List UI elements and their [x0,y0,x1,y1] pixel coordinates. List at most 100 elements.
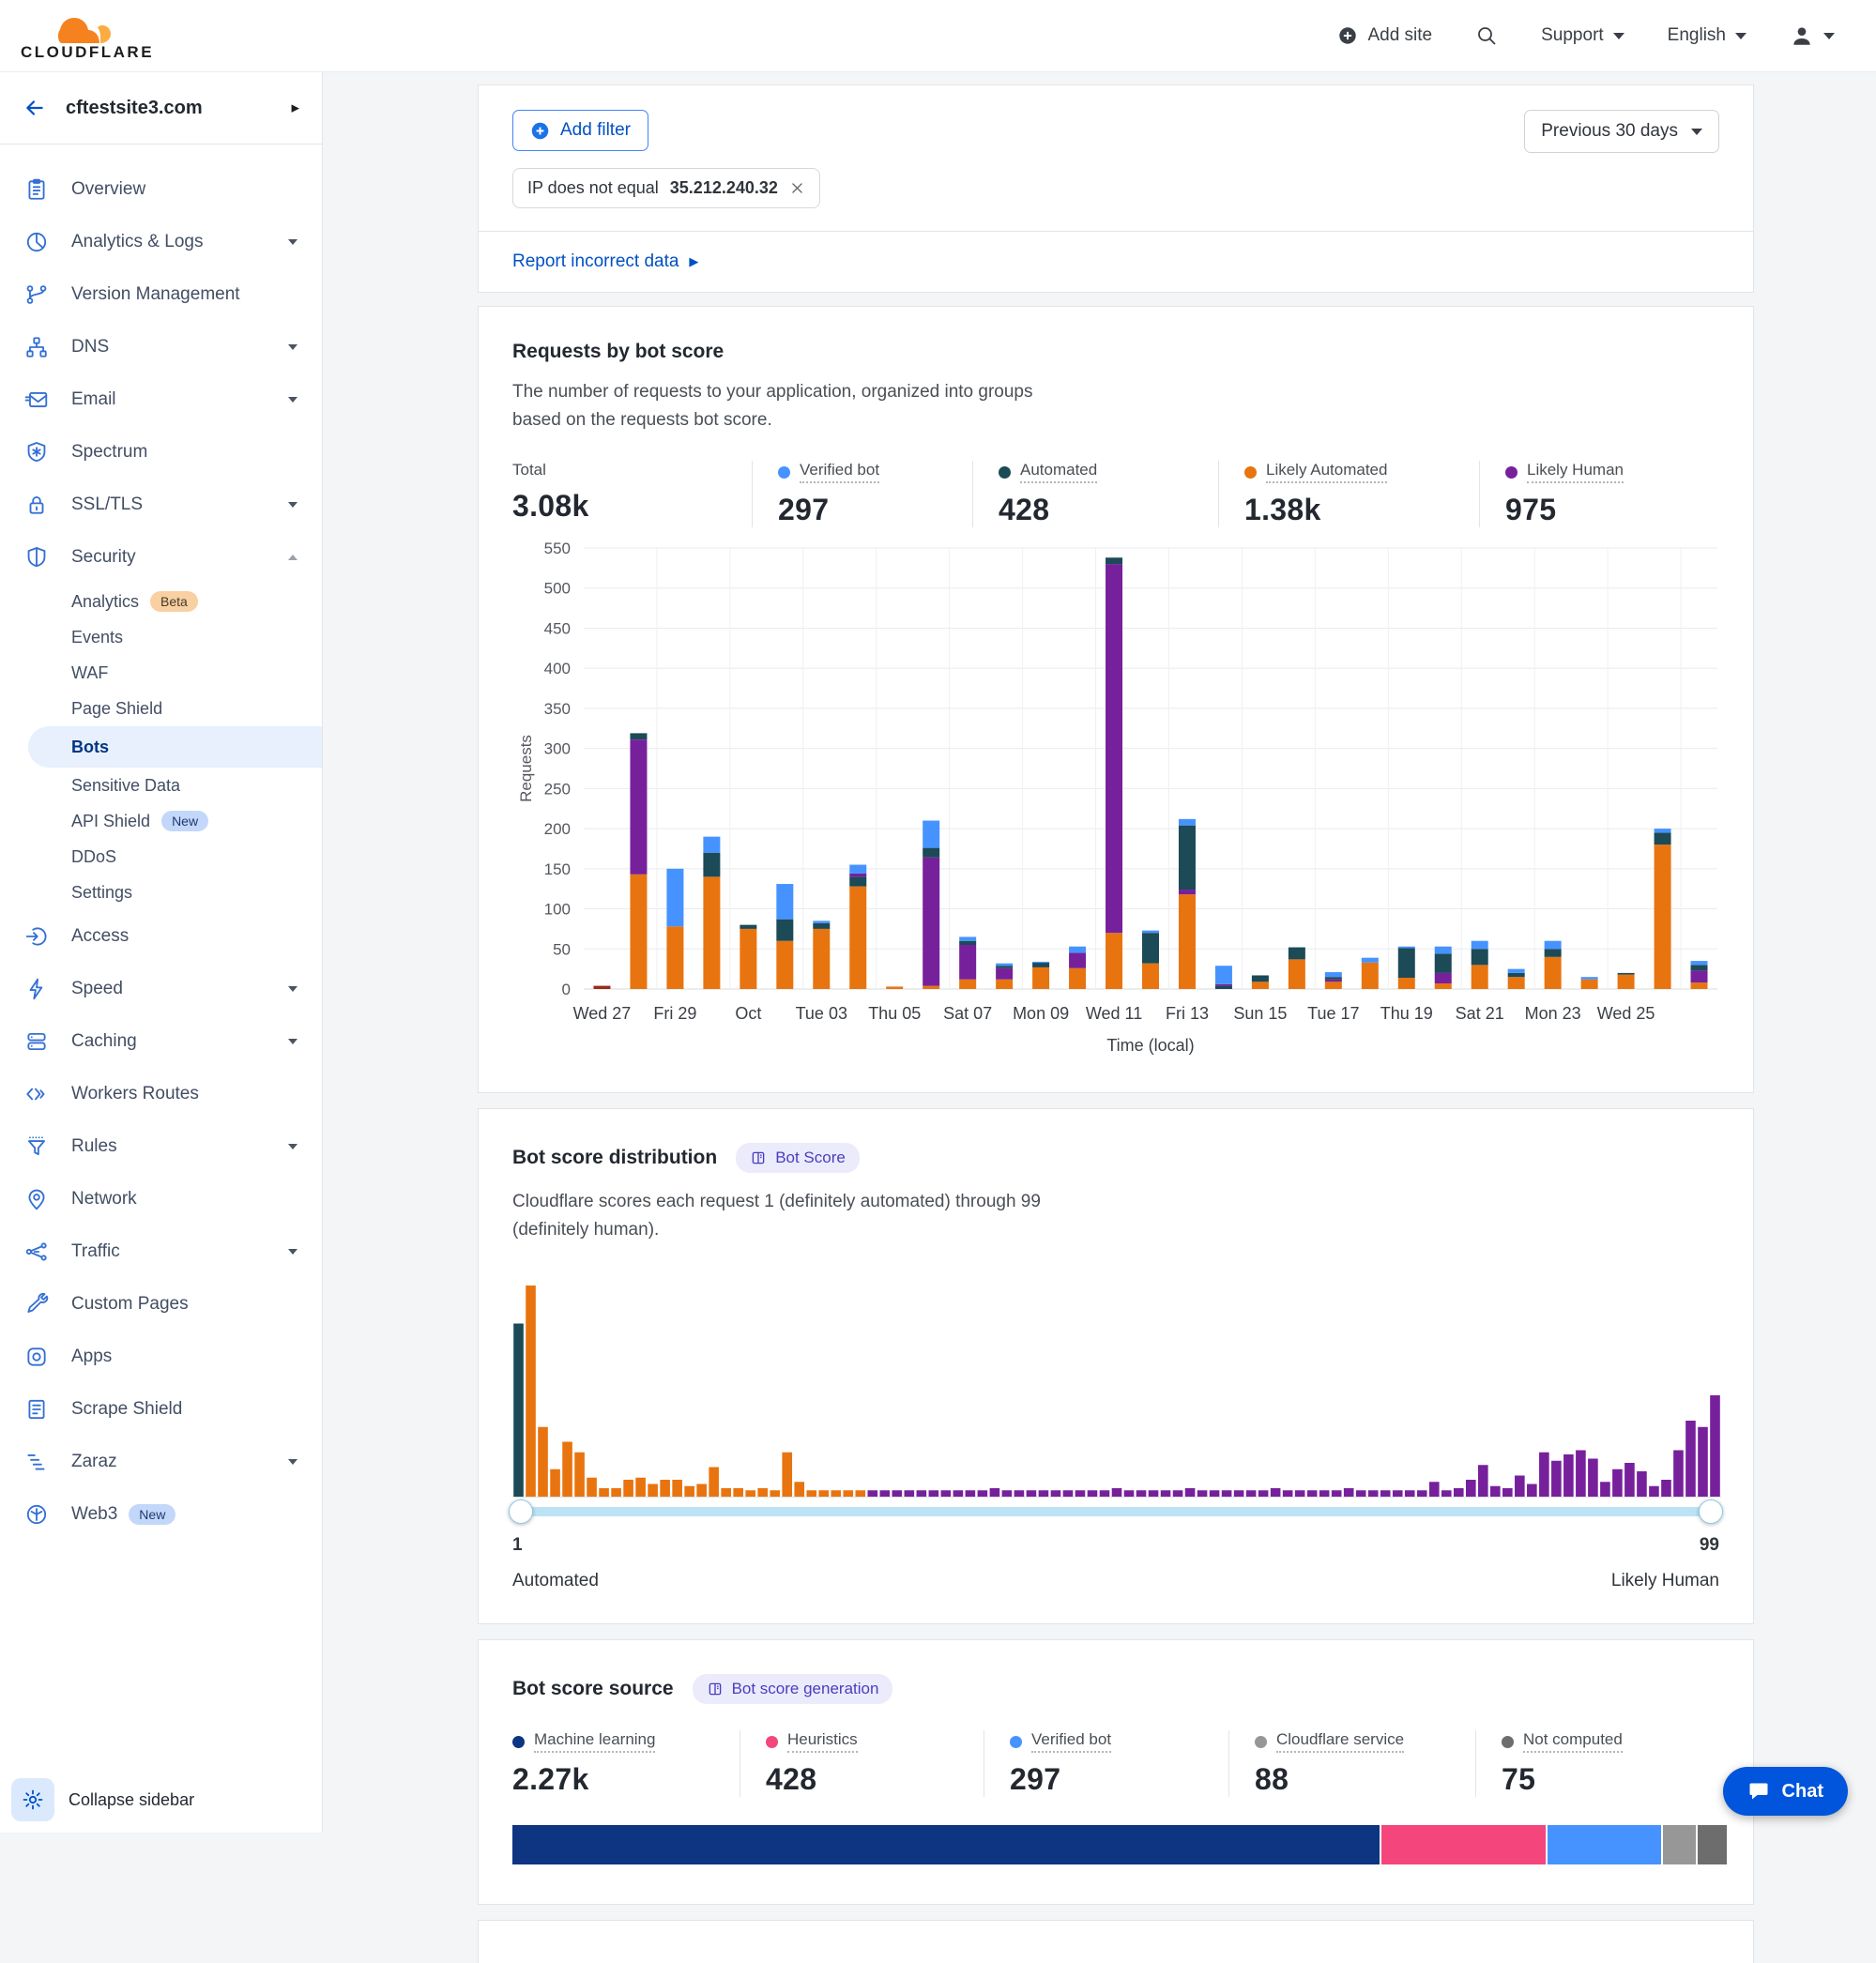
bot-score-distribution-card: Bot score distribution Bot Score Cloudfl… [478,1108,1754,1624]
svg-text:100: 100 [544,901,571,919]
sidebar-item-caching[interactable]: Caching [0,1015,322,1068]
slider-max-value: 99 [1700,1535,1719,1556]
sidebar-item-overview[interactable]: Overview [0,163,322,216]
source-distribution-bar[interactable] [512,1825,1719,1864]
svg-text:500: 500 [544,580,571,598]
account-menu[interactable] [1790,23,1835,48]
bot-score-source-card: Bot score source Bot score generation Ma… [478,1639,1754,1905]
api-shield-badge: New [161,811,208,831]
stat-label[interactable]: Verified bot [800,461,879,483]
svg-text:Tue 03: Tue 03 [796,1004,847,1023]
spectrum-icon [24,440,49,464]
source-segment-cloudflare-service[interactable] [1663,1825,1697,1864]
filter-chip-text: IP does not equal [527,178,659,198]
sidebar-item-analytics-logs[interactable]: Analytics & Logs [0,216,322,268]
source-segment-heuristics[interactable] [1381,1825,1545,1864]
chevron-right-icon[interactable]: ▸ [291,99,299,117]
caret-down-icon [288,1144,297,1149]
sidebar-item-traffic[interactable]: Traffic [0,1225,322,1278]
search-icon [1475,24,1498,47]
stat-value: 75 [1502,1762,1623,1797]
slider-max-label: Likely Human [1611,1571,1719,1591]
distribution-card-title: Bot score distribution [512,1147,717,1169]
source-segment-not-computed[interactable] [1698,1825,1726,1864]
stat-label[interactable]: Automated [1020,461,1097,483]
svg-text:Sat 21: Sat 21 [1456,1004,1504,1023]
collapse-sidebar[interactable]: Collapse sidebar [11,1778,194,1821]
svg-text:Thu 19: Thu 19 [1380,1004,1433,1023]
stat-label[interactable]: Likely Human [1527,461,1624,483]
sidebar-item-security[interactable]: Security [0,531,322,584]
svg-text:Sat 07: Sat 07 [943,1004,992,1023]
sidebar-item-speed[interactable]: Speed [0,963,322,1015]
date-range-select[interactable]: Previous 30 days [1524,110,1719,153]
sidebar-item-ssl-tls[interactable]: SSL/TLS [0,479,322,531]
requests-by-bot-score-card: Requests by bot score The number of requ… [478,306,1754,1093]
language-menu[interactable]: English [1668,25,1746,46]
access-icon [24,924,49,949]
sidebar-item-analytics[interactable]: AnalyticsBeta [0,584,322,619]
svg-text:0: 0 [562,981,571,998]
report-incorrect-data-link[interactable]: Report incorrect data ▶ [479,231,1753,292]
sidebar-item-scrape-shield[interactable]: Scrape Shield [0,1383,322,1436]
stat-label[interactable]: Likely Automated [1266,461,1387,483]
sidebar-item-ddos[interactable]: DDoS [0,839,322,875]
requests-card-description: The number of requests to your applicati… [512,378,1075,434]
source-segment-machine-learning[interactable] [512,1825,1380,1864]
sidebar-item-rules[interactable]: Rules [0,1120,322,1173]
source-segment-verified-bot[interactable] [1548,1825,1661,1864]
sidebar-item-dns[interactable]: DNS [0,321,322,373]
sidebar-item-email[interactable]: Email [0,373,322,426]
sidebar-item-zaraz[interactable]: Zaraz [0,1436,322,1488]
svg-text:Fri 29: Fri 29 [653,1004,696,1023]
docs-icon [707,1681,724,1697]
bot-score-histogram[interactable] [512,1272,1719,1498]
slider-track[interactable] [514,1507,1717,1516]
slider-handle-max[interactable] [1699,1499,1723,1524]
stat-label[interactable]: Machine learning [534,1730,655,1753]
sidebar-item-version-management[interactable]: Version Management [0,268,322,321]
stat-label[interactable]: Cloudflare service [1276,1730,1404,1753]
plus-circle-icon [1337,25,1358,46]
bot-score-badge[interactable]: Bot Score [736,1143,860,1173]
sidebar-item-waf[interactable]: WAF [0,655,322,691]
sidebar-nav: OverviewAnalytics & LogsVersion Manageme… [0,145,322,1541]
add-site-button[interactable]: Add site [1337,25,1432,46]
bot-score-generation-badge[interactable]: Bot score generation [693,1674,893,1704]
stat-label[interactable]: Verified bot [1031,1730,1111,1753]
chat-button[interactable]: Chat [1723,1767,1848,1816]
sidebar-item-events[interactable]: Events [0,619,322,655]
add-filter-button[interactable]: Add filter [512,110,648,151]
stat-label[interactable]: Not computed [1523,1730,1623,1753]
sidebar-item-bots[interactable]: Bots [28,726,322,768]
slider-handle-min[interactable] [509,1499,533,1524]
legend-dot [512,1736,525,1748]
sidebar-item-network[interactable]: Network [0,1173,322,1225]
close-icon[interactable] [789,180,805,196]
top-bar: CLOUDFLARE Add site Support English [0,0,1876,72]
search-button[interactable] [1475,24,1498,47]
sidebar-item-page-shield[interactable]: Page Shield [0,691,322,726]
stat-label[interactable]: Heuristics [787,1730,858,1753]
sidebar-item-access[interactable]: Access [0,910,322,963]
ssl-tls-icon [24,493,49,517]
support-menu[interactable]: Support [1541,25,1624,46]
gear-button[interactable] [11,1778,54,1821]
sidebar-item-sensitive-data[interactable]: Sensitive Data [0,768,322,803]
stat-value: 3.08k [512,489,737,524]
filter-chip[interactable]: IP does not equal 35.212.240.32 [512,168,820,208]
svg-text:200: 200 [544,820,571,838]
legend-dot [999,466,1011,479]
sidebar-item-api-shield[interactable]: API ShieldNew [0,803,322,839]
back-arrow-icon[interactable] [23,96,47,120]
stat-likely-automated: Likely Automated1.38k [1218,461,1479,527]
sidebar-item-spectrum[interactable]: Spectrum [0,426,322,479]
cloudflare-logo[interactable]: CLOUDFLARE [17,9,158,62]
sidebar-item-settings[interactable]: Settings [0,875,322,910]
requests-stacked-bar-chart[interactable]: 050100150200250300350400450500550Wed 27F… [512,533,1719,1075]
sidebar-item-workers-routes[interactable]: Workers Routes [0,1068,322,1120]
sidebar-item-web3[interactable]: Web3New [0,1488,322,1541]
rules-icon [24,1134,49,1159]
sidebar-item-apps[interactable]: Apps [0,1331,322,1383]
sidebar-item-custom-pages[interactable]: Custom Pages [0,1278,322,1331]
